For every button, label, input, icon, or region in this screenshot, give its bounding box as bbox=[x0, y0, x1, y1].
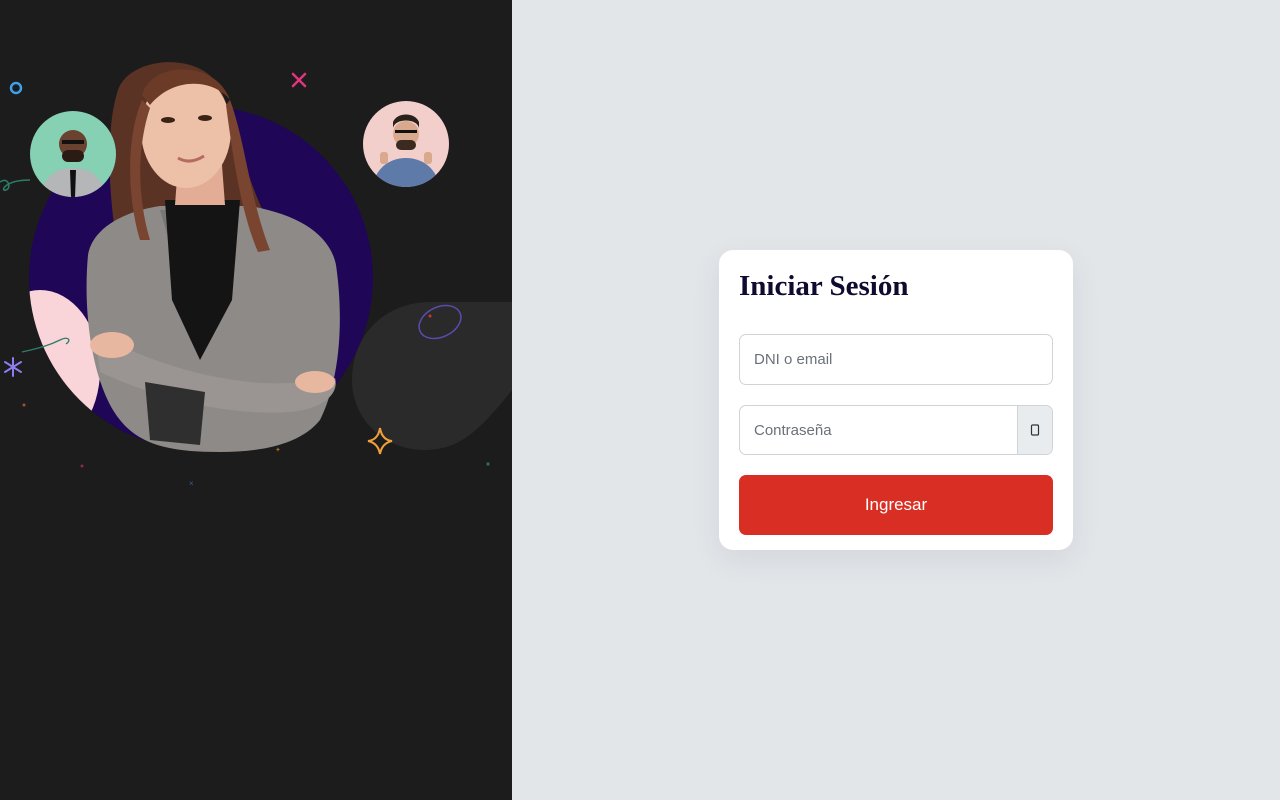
hero-panel: × ✦ bbox=[0, 0, 512, 800]
svg-text:✦: ✦ bbox=[275, 446, 281, 454]
eye-icon bbox=[1030, 424, 1040, 436]
password-group bbox=[739, 405, 1053, 455]
cross-icon bbox=[291, 72, 307, 88]
login-area: Iniciar Sesión Ingresar bbox=[512, 0, 1280, 800]
asterisk-icon bbox=[4, 357, 22, 377]
email-input[interactable] bbox=[739, 334, 1053, 385]
hero-illustration: × ✦ bbox=[0, 62, 512, 488]
password-toggle-button[interactable] bbox=[1017, 406, 1052, 454]
login-card: Iniciar Sesión Ingresar bbox=[719, 250, 1073, 550]
woman-portrait bbox=[86, 62, 340, 452]
login-title: Iniciar Sesión bbox=[739, 270, 909, 302]
squiggle-line bbox=[0, 179, 31, 191]
ring-icon bbox=[9, 81, 23, 95]
password-input[interactable] bbox=[740, 406, 1018, 454]
grey-blob-shape bbox=[352, 302, 512, 450]
submit-button[interactable]: Ingresar bbox=[739, 475, 1053, 535]
avatar-man-pink bbox=[363, 101, 449, 187]
svg-text:×: × bbox=[189, 479, 194, 488]
